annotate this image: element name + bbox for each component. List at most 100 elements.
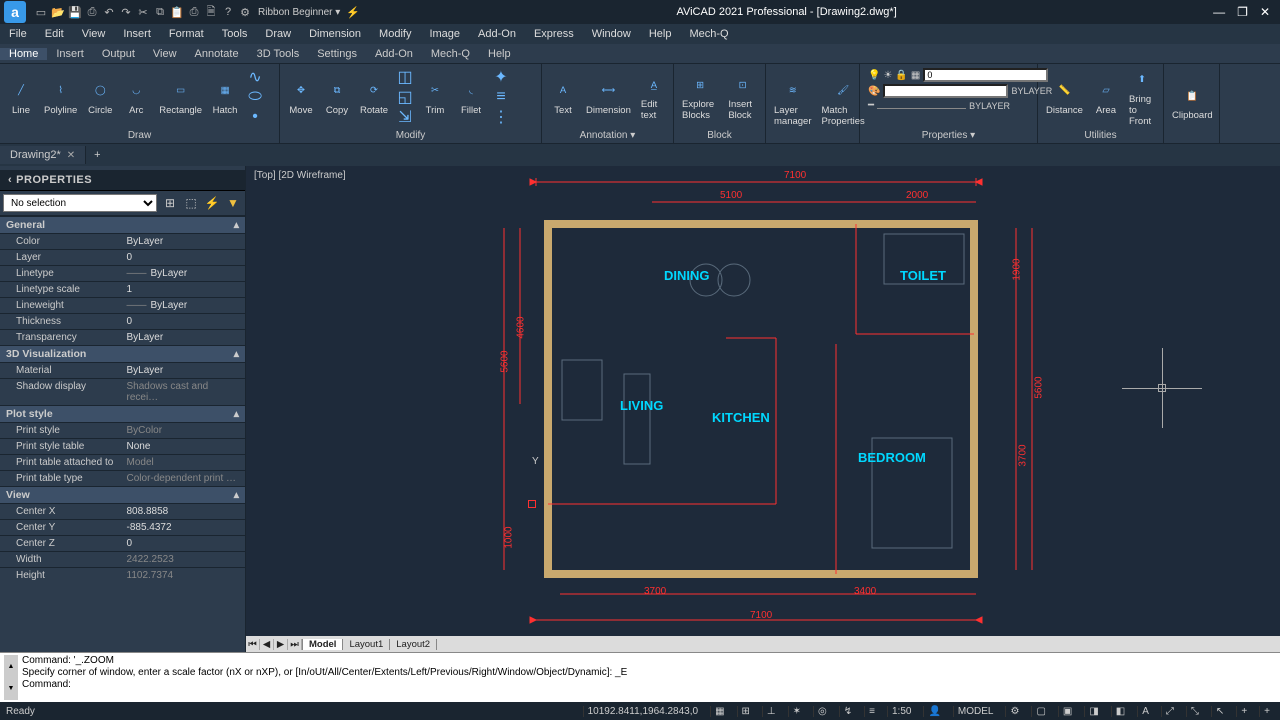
- status-qp-icon[interactable]: ◨: [1084, 706, 1102, 717]
- menu-modify[interactable]: Modify: [370, 28, 420, 40]
- tool-spline-icon[interactable]: ∿: [246, 68, 264, 86]
- tool-layer-manager[interactable]: ≋Layer manager: [772, 78, 814, 127]
- ribbon-tab-annotate[interactable]: Annotate: [186, 48, 248, 60]
- tab-nav-last[interactable]: ⏭: [288, 639, 302, 650]
- menu-draw[interactable]: Draw: [256, 28, 300, 40]
- tool-dimension[interactable]: ⟷Dimension: [584, 78, 633, 116]
- qat-gear-icon[interactable]: ⚙: [238, 5, 252, 19]
- qat-cut-icon[interactable]: ✂: [136, 5, 150, 19]
- ribbon-tab-help[interactable]: Help: [479, 48, 520, 60]
- close-button[interactable]: ✕: [1260, 5, 1270, 19]
- selection-dropdown[interactable]: No selection: [3, 194, 157, 212]
- tool-distance[interactable]: 📏Distance: [1044, 78, 1085, 116]
- qat-undo-icon[interactable]: ↶: [102, 5, 116, 19]
- prop-quickselect-icon[interactable]: ⚡: [203, 194, 221, 212]
- status-plus2-icon[interactable]: +: [1259, 706, 1274, 717]
- qat-redo-icon[interactable]: ↷: [119, 5, 133, 19]
- menu-express[interactable]: Express: [525, 28, 583, 40]
- tab-layout2[interactable]: Layout2: [390, 639, 437, 650]
- qat-new-icon[interactable]: ▭: [34, 5, 48, 19]
- status-ann3-icon[interactable]: ⤡: [1186, 706, 1203, 717]
- menu-addon[interactable]: Add-On: [469, 28, 525, 40]
- status-ortho-icon[interactable]: ⊥: [762, 706, 780, 717]
- tool-area[interactable]: ▱Area: [1091, 78, 1121, 116]
- ribbon-tab-addon[interactable]: Add-On: [366, 48, 422, 60]
- prop-row[interactable]: Print style tableNone: [0, 438, 245, 454]
- qat-copy-icon[interactable]: ⧉: [153, 5, 167, 19]
- qat-print-icon[interactable]: ⎙: [187, 5, 201, 19]
- status-polar-icon[interactable]: ✶: [788, 706, 805, 717]
- status-dyn-icon[interactable]: ▣: [1058, 706, 1076, 717]
- tab-model[interactable]: Model: [303, 639, 343, 650]
- status-gear-icon[interactable]: ⚙: [1005, 706, 1023, 717]
- ribbon-tab-output[interactable]: Output: [93, 48, 144, 60]
- prop-filter-icon[interactable]: ▼: [224, 194, 242, 212]
- tool-hatch[interactable]: ▦Hatch: [210, 78, 240, 116]
- menu-help[interactable]: Help: [640, 28, 681, 40]
- qat-preview-icon[interactable]: 🗎: [204, 5, 218, 19]
- menu-edit[interactable]: Edit: [36, 28, 73, 40]
- menu-window[interactable]: Window: [583, 28, 640, 40]
- tool-array-icon[interactable]: ⋮: [492, 108, 510, 126]
- menu-view[interactable]: View: [73, 28, 115, 40]
- qat-save-icon[interactable]: 💾: [68, 5, 82, 19]
- status-sc-icon[interactable]: ◧: [1111, 706, 1129, 717]
- status-cursor-icon[interactable]: ↖: [1211, 706, 1228, 717]
- tool-edit-text[interactable]: A̲Edit text: [639, 72, 669, 121]
- tool-move[interactable]: ✥Move: [286, 78, 316, 116]
- tool-arc[interactable]: ◡Arc: [121, 78, 151, 116]
- prop-row[interactable]: Print table attached toModel: [0, 454, 245, 470]
- qat-help-icon[interactable]: ?: [221, 5, 235, 19]
- status-ann-icon[interactable]: A: [1137, 706, 1153, 717]
- tool-insert-block[interactable]: ⊡Insert Block: [726, 72, 759, 121]
- tool-text[interactable]: AText: [548, 78, 578, 116]
- add-tab-button[interactable]: +: [86, 146, 108, 164]
- qat-open-icon[interactable]: 📂: [51, 5, 65, 19]
- prop-row[interactable]: Lineweight——ByLayer: [0, 297, 245, 313]
- close-tab-icon[interactable]: ✕: [67, 150, 75, 161]
- status-ann2-icon[interactable]: ⤢: [1161, 706, 1178, 717]
- prop-section-plot[interactable]: Plot style▴: [0, 405, 245, 422]
- prop-row[interactable]: Center X808.8858: [0, 503, 245, 519]
- status-osnap-icon[interactable]: ◎: [813, 706, 831, 717]
- linetype-row[interactable]: ━BYLAYER: [868, 100, 1010, 111]
- prop-row[interactable]: TransparencyByLayer: [0, 329, 245, 345]
- prop-row[interactable]: Width2422.2523: [0, 551, 245, 567]
- qat-paste-icon[interactable]: 📋: [170, 5, 184, 19]
- prop-row[interactable]: Linetype——ByLayer: [0, 265, 245, 281]
- prop-row[interactable]: Thickness0: [0, 313, 245, 329]
- tab-nav-first[interactable]: ⏮: [246, 639, 260, 650]
- tool-fillet[interactable]: ◟Fillet: [456, 78, 486, 116]
- prop-section-viz3d[interactable]: 3D Visualization▴: [0, 345, 245, 362]
- ribbon-tab-view[interactable]: View: [144, 48, 186, 60]
- tool-ellipse-icon[interactable]: ⬭: [246, 88, 264, 106]
- menu-insert[interactable]: Insert: [114, 28, 160, 40]
- minimize-button[interactable]: —: [1213, 5, 1225, 19]
- doc-tab-current[interactable]: Drawing2*✕: [0, 146, 86, 164]
- prop-row[interactable]: Center Z0: [0, 535, 245, 551]
- tool-mirror-icon[interactable]: ◫: [396, 68, 414, 86]
- prop-row[interactable]: Center Y-885.4372: [0, 519, 245, 535]
- menu-tools[interactable]: Tools: [213, 28, 257, 40]
- tool-clipboard[interactable]: 📋Clipboard: [1170, 83, 1215, 121]
- tool-circle[interactable]: ◯Circle: [85, 78, 115, 116]
- tool-polyline[interactable]: ⌇Polyline: [42, 78, 79, 116]
- menu-mechq[interactable]: Mech-Q: [680, 28, 737, 40]
- tool-trim[interactable]: ✂Trim: [420, 78, 450, 116]
- tool-line[interactable]: ╱Line: [6, 78, 36, 116]
- tool-copy[interactable]: ⧉Copy: [322, 78, 352, 116]
- qat-saveall-icon[interactable]: ⎙: [85, 5, 99, 19]
- tab-nav-prev[interactable]: ◀: [260, 639, 274, 650]
- status-plus-icon[interactable]: +: [1236, 706, 1251, 717]
- qat-bolt-icon[interactable]: ⚡: [346, 6, 360, 19]
- color-row[interactable]: 🎨BYLAYER: [868, 84, 1010, 98]
- menu-dimension[interactable]: Dimension: [300, 28, 370, 40]
- status-scale[interactable]: 1:50: [887, 706, 915, 717]
- status-lwt-icon[interactable]: ≡: [864, 706, 879, 717]
- tool-explore-blocks[interactable]: ⊞Explore Blocks: [680, 72, 720, 121]
- status-modelspace[interactable]: MODEL: [953, 706, 998, 717]
- status-snap-icon[interactable]: ▦: [710, 706, 728, 717]
- prop-select-icon[interactable]: ⬚: [182, 194, 200, 212]
- prop-section-general[interactable]: General▴: [0, 216, 245, 233]
- cmdline-handle[interactable]: ▲▼: [4, 655, 18, 700]
